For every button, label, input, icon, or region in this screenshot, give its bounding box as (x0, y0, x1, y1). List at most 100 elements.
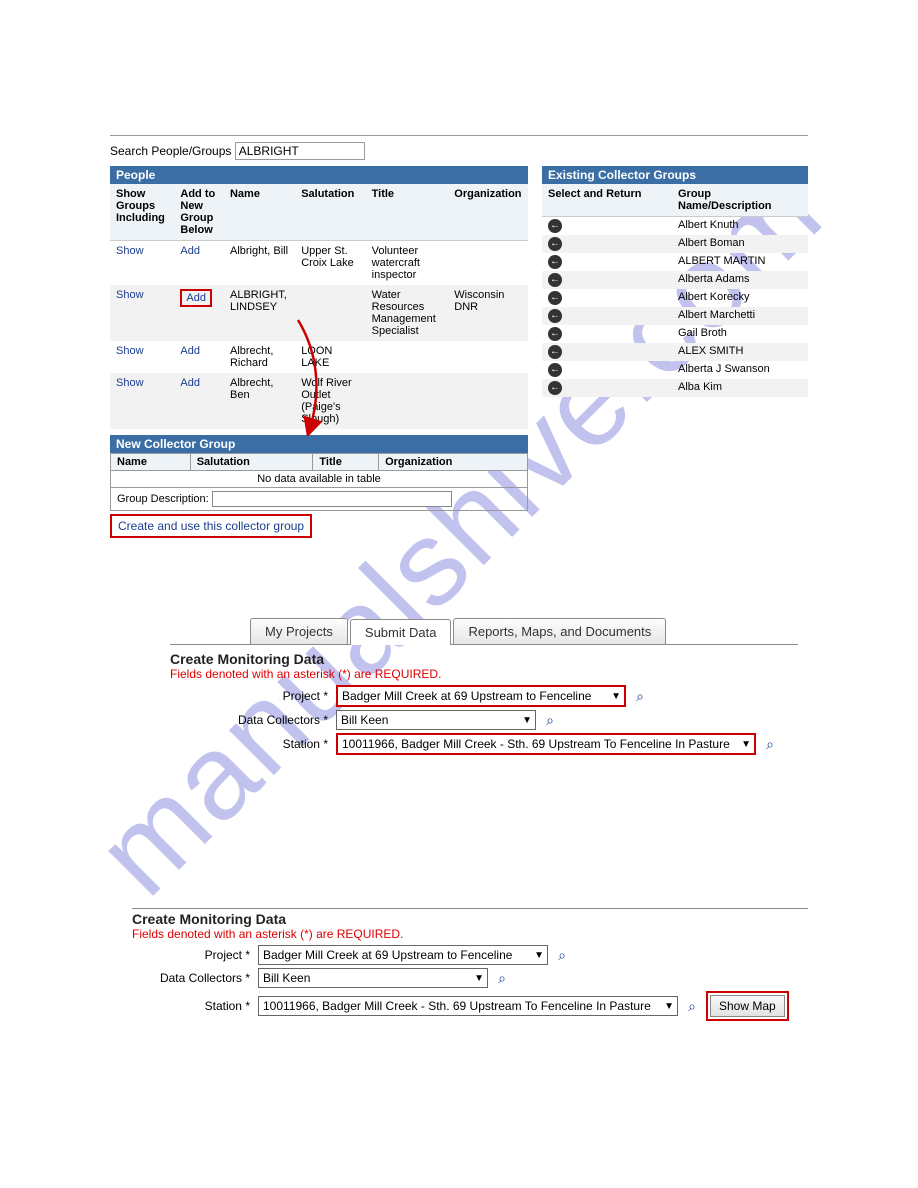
select-project-value: Badger Mill Creek at 69 Upstream to Fenc… (342, 689, 591, 703)
tab-bar: My Projects Submit Data Reports, Maps, a… (250, 618, 798, 644)
table-row: Show Add Albrecht, BenWolf River Outlet (P… (110, 373, 528, 429)
cell-name: ALBRIGHT, LINDSEY (224, 285, 295, 341)
cell-salutation: Upper St. Croix Lake (295, 241, 365, 286)
return-arrow-icon[interactable]: ← (548, 291, 562, 305)
cell-title (366, 373, 449, 429)
show-link[interactable]: Show (116, 345, 144, 357)
chevron-down-icon: ▼ (741, 739, 751, 750)
cell-name: Albright, Bill (224, 241, 295, 286)
select-station[interactable]: 10011966, Badger Mill Creek - Sth. 69 Up… (336, 733, 756, 755)
create-group-link[interactable]: Create and use this collector group (118, 519, 304, 533)
people-header: People (110, 166, 528, 184)
label-station-2: Station * (132, 999, 252, 1013)
select-collectors-2[interactable]: Bill Keen ▼ (258, 968, 488, 988)
show-map-button[interactable]: Show Map (710, 995, 785, 1017)
search-input[interactable] (235, 142, 365, 160)
form-title-2: Create Monitoring Data (132, 911, 808, 927)
group-name-cell: Alba Kim (672, 379, 808, 397)
return-arrow-icon[interactable]: ← (548, 327, 562, 341)
group-name-cell: Alberta J Swanson (672, 361, 808, 379)
table-row: ← Albert Knuth (542, 217, 808, 236)
return-arrow-icon[interactable]: ← (548, 345, 562, 359)
tab-reports[interactable]: Reports, Maps, and Documents (453, 618, 666, 644)
chevron-down-icon: ▼ (534, 950, 544, 961)
cell-salutation: LOON LAKE (295, 341, 365, 373)
select-station-value: 10011966, Badger Mill Creek - Sth. 69 Up… (342, 737, 730, 751)
show-link[interactable]: Show (116, 245, 144, 257)
cell-title: Water Resources Management Specialist (366, 285, 449, 341)
col-add: Add to New Group Below (174, 184, 224, 241)
cell-salutation (295, 285, 365, 341)
table-row: Show Add Albrecht, RichardLOON LAKE (110, 341, 528, 373)
group-name-cell: Albert Marchetti (672, 307, 808, 325)
label-project-2: Project * (132, 948, 252, 962)
label-project: Project * (170, 689, 330, 703)
chevron-down-icon: ▼ (611, 691, 621, 702)
search-row: Search People/Groups (110, 142, 808, 160)
select-station-value-2: 10011966, Badger Mill Creek - Sth. 69 Up… (263, 999, 651, 1013)
binoculars-icon[interactable]: ⌕ (542, 713, 558, 727)
cell-title: Volunteer watercraft inspector (366, 241, 449, 286)
chevron-down-icon: ▼ (522, 715, 532, 726)
return-arrow-icon[interactable]: ← (548, 381, 562, 395)
new-group-header: New Collector Group (110, 435, 528, 453)
cell-org (448, 341, 528, 373)
show-link[interactable]: Show (116, 289, 144, 301)
binoculars-icon[interactable]: ⌕ (684, 999, 700, 1013)
add-link[interactable]: Add (180, 345, 200, 357)
col-name: Name (224, 184, 295, 241)
binoculars-icon[interactable]: ⌕ (632, 689, 648, 703)
return-arrow-icon[interactable]: ← (548, 273, 562, 287)
show-link[interactable]: Show (116, 377, 144, 389)
cell-org (448, 241, 528, 286)
select-collectors-value-2: Bill Keen (263, 971, 310, 985)
select-station-2[interactable]: 10011966, Badger Mill Creek - Sth. 69 Up… (258, 996, 678, 1016)
required-note: Fields denoted with an asterisk (*) are … (170, 667, 798, 681)
add-link[interactable]: Add (180, 245, 200, 257)
add-link[interactable]: Add (180, 289, 212, 307)
return-arrow-icon[interactable]: ← (548, 309, 562, 323)
group-desc-input[interactable] (212, 491, 452, 507)
cell-salutation: Wolf River Outlet (Paige's Slough) (295, 373, 365, 429)
tab-my-projects[interactable]: My Projects (250, 618, 348, 644)
tab-submit-data[interactable]: Submit Data (350, 619, 452, 645)
cell-name: Albrecht, Richard (224, 341, 295, 373)
table-row: ← Albert Marchetti (542, 307, 808, 325)
return-arrow-icon[interactable]: ← (548, 363, 562, 377)
group-name-cell: ALEX SMITH (672, 343, 808, 361)
search-label: Search People/Groups (110, 144, 231, 158)
return-arrow-icon[interactable]: ← (548, 255, 562, 269)
col-group-name: Group Name/Description (672, 184, 808, 217)
select-collectors[interactable]: Bill Keen ▼ (336, 710, 536, 730)
select-project-2[interactable]: Badger Mill Creek at 69 Upstream to Fenc… (258, 945, 548, 965)
required-note-2: Fields denoted with an asterisk (*) are … (132, 927, 808, 941)
group-name-cell: Albert Korecky (672, 289, 808, 307)
group-name-cell: Albert Knuth (672, 217, 808, 236)
label-collectors: Data Collectors * (170, 713, 330, 727)
table-row: ← Alba Kim (542, 379, 808, 397)
form-title: Create Monitoring Data (170, 651, 798, 667)
add-link[interactable]: Add (180, 377, 200, 389)
select-project[interactable]: Badger Mill Creek at 69 Upstream to Fenc… (336, 685, 626, 707)
return-arrow-icon[interactable]: ← (548, 219, 562, 233)
col-title: Title (366, 184, 449, 241)
binoculars-icon[interactable]: ⌕ (554, 948, 570, 962)
col-salutation: Salutation (295, 184, 365, 241)
table-row: ←Alberta Adams (542, 271, 808, 289)
table-row: Show Add Albright, BillUpper St. Croix Lak… (110, 241, 528, 286)
table-row: ← Alberta J Swanson (542, 361, 808, 379)
group-name-cell: ALBERT MARTIN (672, 253, 808, 271)
existing-table: Select and Return Group Name/Description… (542, 184, 808, 397)
cell-name: Albrecht, Ben (224, 373, 295, 429)
binoculars-icon[interactable]: ⌕ (494, 971, 510, 985)
existing-header: Existing Collector Groups (542, 166, 808, 184)
group-desc-label: Group Description: (117, 493, 209, 505)
table-row: Show Add ALBRIGHT, LINDSEY Water Resources … (110, 285, 528, 341)
col-org: Organization (448, 184, 528, 241)
group-name-cell: Albert Boman (672, 235, 808, 253)
group-name-cell: Gail Broth (672, 325, 808, 343)
label-station: Station * (170, 737, 330, 751)
return-arrow-icon[interactable]: ← (548, 237, 562, 251)
label-collectors-2: Data Collectors * (132, 971, 252, 985)
binoculars-icon[interactable]: ⌕ (762, 737, 778, 751)
